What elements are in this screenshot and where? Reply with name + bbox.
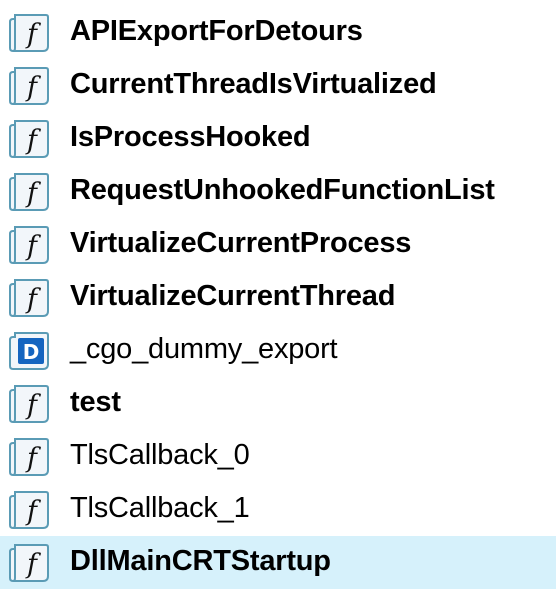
list-item[interactable]: f RequestUnhookedFunctionList	[0, 165, 556, 218]
function-name-label: test	[70, 385, 121, 418]
function-name-label: _cgo_dummy_export	[70, 332, 338, 365]
function-icon: f	[6, 10, 52, 56]
function-name-label: CurrentThreadIsVirtualized	[70, 67, 437, 100]
function-icon: f	[6, 540, 52, 586]
function-icon: f	[6, 487, 52, 533]
function-icon: f	[6, 381, 52, 427]
function-icon: f	[6, 116, 52, 162]
function-name-label: TlsCallback_0	[70, 438, 250, 471]
function-name-label: DllMainCRTStartup	[70, 544, 331, 577]
function-icon: f	[6, 434, 52, 480]
function-icon: f	[6, 169, 52, 215]
list-item[interactable]: f VirtualizeCurrentThread	[0, 271, 556, 324]
list-item[interactable]: f DllMainCRTStartup	[0, 536, 556, 589]
list-item[interactable]: f test	[0, 377, 556, 430]
function-name-label: VirtualizeCurrentProcess	[70, 226, 412, 259]
list-item[interactable]: f IsProcessHooked	[0, 112, 556, 165]
list-item[interactable]: f TlsCallback_0	[0, 430, 556, 483]
data-icon: D	[6, 328, 52, 374]
function-name-label: IsProcessHooked	[70, 120, 311, 153]
list-item[interactable]: f VirtualizeCurrentProcess	[0, 218, 556, 271]
function-icon: f	[6, 222, 52, 268]
list-item[interactable]: f CurrentThreadIsVirtualized	[0, 59, 556, 112]
function-name-label: VirtualizeCurrentThread	[70, 279, 396, 312]
list-item[interactable]: D _cgo_dummy_export	[0, 324, 556, 377]
function-name-label: RequestUnhookedFunctionList	[70, 173, 495, 206]
function-list: f APIExportForDetours f CurrentThreadIsVirt…	[0, 0, 556, 589]
list-item[interactable]: f TlsCallback_1	[0, 483, 556, 536]
function-icon: f	[6, 275, 52, 321]
function-icon: f	[6, 63, 52, 109]
function-name-label: TlsCallback_1	[70, 491, 250, 524]
function-name-label: APIExportForDetours	[70, 14, 363, 47]
svg-text:D: D	[23, 340, 40, 364]
list-item[interactable]: f APIExportForDetours	[0, 6, 556, 59]
